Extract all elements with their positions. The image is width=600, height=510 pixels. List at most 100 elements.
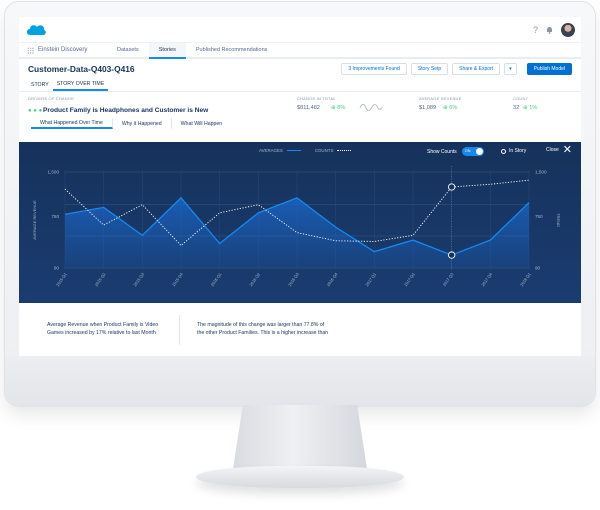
narrative-section: Average Revenue when Product Family is V…	[19, 315, 581, 356]
tab-label: Why it Happened	[121, 120, 162, 127]
count-label: COUNT	[513, 96, 529, 101]
narrative-left-line: Games increased by 17% relative to last …	[47, 329, 156, 336]
avatar[interactable]	[561, 22, 575, 37]
y-tick-label: 90	[54, 266, 60, 271]
tab-what-will-happen[interactable]: What Will Happen	[172, 118, 232, 129]
y2-axis-label: TREND	[556, 213, 561, 227]
tab-label: STORY	[31, 82, 49, 88]
nav-tab-label: Published Recommendations	[195, 47, 268, 53]
x-tick-label: 2017 Q2	[403, 271, 416, 287]
app-nav: Einstein Discovery Datasets Stories Publ…	[19, 43, 581, 59]
story-subtabs: STORY STORY OVER TIME	[19, 79, 581, 92]
change-total-pct: ⊕ 8%	[331, 105, 346, 111]
app-launcher[interactable]: Einstein Discovery	[19, 43, 107, 57]
x-tick-label: 2017 Q1	[364, 271, 377, 287]
x-tick-label: 2018 Q1	[519, 271, 532, 287]
line-chart: 1,500 750 90 1,500 750 90 AVERAGE REVENUE TREND…	[32, 166, 561, 287]
averages-highlight-point	[448, 251, 456, 259]
count-pct-value: 1%	[529, 105, 538, 111]
nav-tab-datasets[interactable]: Datasets	[107, 43, 149, 57]
analysis-tabs: What Happened Over Time Why it Happened …	[19, 118, 581, 129]
global-header: ?	[19, 17, 581, 43]
narrative-left-line: Average Revenue when Product Family is V…	[47, 322, 159, 328]
share-export-button[interactable]: Share & Export	[452, 63, 501, 75]
show-counts-toggle[interactable]: ON	[461, 147, 484, 156]
y2-tick-label: 750	[535, 214, 543, 219]
legend-counts-label: COUNTS	[314, 148, 334, 153]
divider	[179, 315, 180, 345]
chart-panel: 1,500 750 90 1,500 750 90 AVERAGE REVENUE TREND…	[19, 142, 581, 303]
bell-icon[interactable]	[546, 26, 553, 34]
in-story-control[interactable]: In Story	[501, 148, 526, 154]
screen: ? Einstein Discovery Datasets Stories Pu…	[19, 17, 581, 356]
legend-averages-label: AVERAGES	[259, 148, 283, 153]
avg-revenue-pct-value: 6%	[449, 105, 458, 111]
y2-tick-label: 1,500	[535, 170, 547, 175]
x-tick-label: 2016 Q2	[248, 271, 261, 287]
nav-tab-stories[interactable]: Stories	[148, 43, 186, 59]
drivers-dots-icon: ● ● ●	[28, 108, 43, 114]
help-icon[interactable]: ?	[533, 25, 538, 35]
narrative-right-line: the other Product Families. This is a hi…	[197, 329, 329, 336]
averages-area	[65, 197, 529, 268]
story-setup-button[interactable]: Story Setp	[410, 63, 449, 75]
nav-tab-published-recommendations[interactable]: Published Recommendations	[186, 43, 278, 57]
metrics-row: DRIVERS OF CHANGE ● ● ● Product Family i…	[19, 92, 581, 118]
x-tick-label: 2015 Q1	[55, 271, 68, 287]
page-header: Customer-Data-Q403-Q416 3 Improvements F…	[19, 59, 581, 79]
avg-revenue-label: AVERAGE REVENUE	[419, 96, 462, 101]
publish-model-button[interactable]: Publish Model	[526, 63, 572, 75]
y-axis-label: AVERAGE REVENUE	[32, 200, 37, 240]
monitor-stand-base	[196, 466, 404, 488]
app-name: Einstein Discovery	[38, 47, 88, 53]
nav-tab-label: Datasets	[117, 47, 139, 53]
tab-story-over-time[interactable]: STORY OVER TIME	[52, 79, 109, 91]
salesforce-cloud-icon[interactable]	[25, 23, 47, 37]
legend-averages-swatch	[286, 150, 301, 151]
header-actions: 3 Improvements Found Story Setp Share & …	[341, 63, 572, 75]
x-tick-label: 2016 Q1	[210, 271, 223, 287]
close-button[interactable]: Close ✕	[546, 144, 573, 156]
x-tick-label: 2016 Q3	[287, 271, 300, 287]
legend-counts-swatch	[337, 150, 352, 151]
y-tick-label: 750	[51, 214, 59, 219]
in-story-label: In Story	[509, 148, 527, 154]
app-grid-icon	[27, 46, 34, 54]
x-tick-label: 2017 Q4	[480, 271, 493, 287]
drivers-label: DRIVERS OF CHANGE	[28, 96, 75, 101]
close-icon: ✕	[562, 144, 573, 156]
monitor-stand-neck	[232, 405, 368, 475]
x-tick-label: 2015 Q3	[132, 271, 145, 287]
improvements-button[interactable]: 3 Improvements Found	[341, 63, 407, 75]
x-tick-label: 2015 Q4	[171, 271, 184, 287]
more-actions-button[interactable]: ▾	[504, 63, 517, 75]
in-story-radio-icon	[501, 148, 506, 154]
show-counts-label: Show Counts	[427, 148, 457, 155]
drivers-text: Product Family is Headphones and Custome…	[43, 107, 209, 114]
x-tick-label: 2015 Q2	[94, 271, 107, 287]
narrative-right: The magnitude of this change was larger …	[197, 322, 328, 338]
change-total-pct-value: 8%	[337, 105, 346, 111]
sparkline-icon	[359, 103, 383, 111]
change-total-label: CHANGE IN TOTAL	[297, 96, 336, 101]
count-pct: ⊕ 1%	[523, 105, 538, 111]
y-tick-label: 1,500	[48, 170, 60, 175]
y2-tick-label: 90	[535, 266, 541, 271]
tab-why-it-happened[interactable]: Why it Happened	[113, 118, 172, 129]
narrative-left: Average Revenue when Product Family is V…	[47, 322, 158, 338]
change-total-value: $811,482	[297, 105, 320, 111]
avg-revenue-value: $1,089	[419, 105, 437, 111]
page-title: Customer-Data-Q403-Q416	[28, 64, 135, 74]
avg-revenue-pct: ⊕ 6%	[443, 105, 458, 111]
narrative-right-line: The magnitude of this change was larger …	[197, 322, 325, 328]
close-label: Close	[546, 147, 559, 153]
tab-label: STORY OVER TIME	[56, 81, 105, 87]
tab-story[interactable]: STORY	[27, 79, 53, 91]
show-counts-control: Show Counts ON	[427, 147, 484, 156]
tab-label: What Happened Over Time	[40, 119, 103, 126]
tab-label: What Will Happen	[180, 120, 223, 127]
chart-legend: AVERAGES COUNTS	[259, 148, 352, 153]
tab-what-happened[interactable]: What Happened Over Time	[31, 118, 113, 129]
monitor-chin	[5, 356, 595, 406]
nav-tab-label: Stories	[158, 47, 176, 53]
